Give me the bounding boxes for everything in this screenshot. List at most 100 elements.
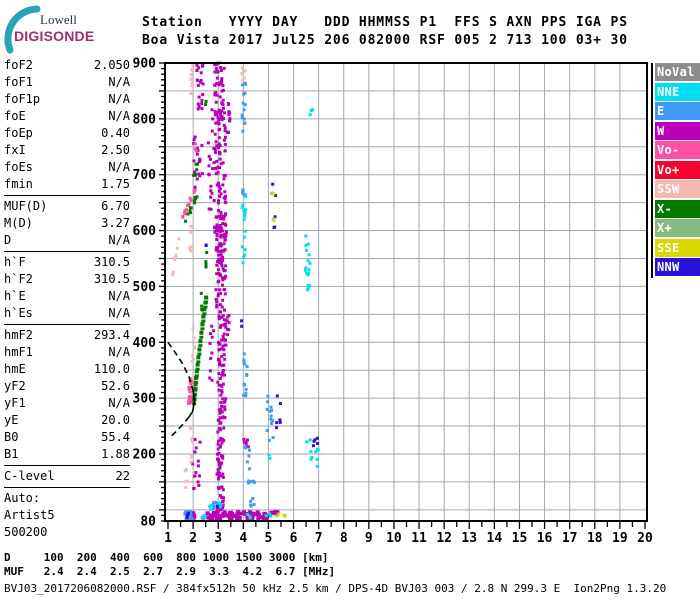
svg-text:17: 17 (562, 531, 578, 546)
param-label: MUF(D) (4, 199, 48, 213)
legend-item-W: W (655, 121, 700, 140)
echo-cluster-E (265, 394, 275, 442)
echo-cluster-NNE (303, 234, 312, 277)
param-row-foEp: foEp 0.40 (4, 125, 130, 142)
param-label: fxI (4, 143, 26, 157)
param-separator (4, 487, 130, 488)
svg-text:6: 6 (290, 531, 298, 546)
plot-border (164, 62, 648, 522)
echo-cluster-W (215, 430, 226, 513)
param-label: hmE (4, 362, 26, 376)
legend-item-X-: X- (655, 199, 700, 218)
param-value: 310.5 (93, 272, 130, 286)
echo-cluster-NNW (311, 436, 320, 448)
echo-cluster-E (240, 81, 248, 133)
param-value: 1.88 (101, 447, 130, 461)
svg-text:12: 12 (436, 531, 452, 546)
param-row-h`F: h`F 310.5 (4, 254, 130, 271)
param-value: N/A (108, 109, 130, 123)
doppler-direction-legend: NoVal NNE E W Vo- Vo+ SSW X- X+ SSE NNW (651, 63, 700, 278)
svg-text:16: 16 (537, 531, 553, 546)
legend-item-NNW: NNW (655, 258, 700, 276)
param-value: 1.75 (101, 177, 130, 191)
legend-item-Vo-: Vo- (655, 141, 700, 159)
svg-text:4: 4 (239, 531, 247, 546)
header-column-titles: Station YYYY DAY DDD HHMMSS P1 FFS S AXN… (142, 15, 628, 30)
echo-cluster-SSW (171, 237, 181, 277)
legend-item-SSW: SSW (655, 180, 700, 198)
param-label: Artist5 (4, 508, 55, 522)
param-row-h`F2: h`F2 310.5 (4, 271, 130, 288)
echo-cluster-NNW (215, 504, 219, 509)
echo-cluster-SSE (282, 513, 287, 518)
digisonde-logo: Lowell DIGISONDE (4, 4, 119, 54)
svg-text:500: 500 (133, 280, 157, 295)
param-label: h`E (4, 289, 26, 303)
legend-item-E: E (655, 102, 700, 120)
echo-cluster-W (214, 253, 228, 309)
param-row-500200: 500200 (4, 524, 130, 541)
param-row-yF1: yF1 N/A (4, 395, 130, 412)
param-separator (4, 251, 130, 252)
ionogram-plot: 1 2 3 4 5 6 7 8 9 10 11 12 13 14 15 16 17 18 19 20 900 800 700… (130, 50, 664, 552)
param-row-hmF1: hmF1 N/A (4, 344, 130, 361)
param-value: N/A (108, 289, 130, 303)
param-label: yF1 (4, 396, 26, 410)
param-value: 6.70 (101, 199, 130, 213)
param-label: 500200 (4, 525, 48, 539)
param-label: D (4, 233, 12, 247)
param-label: M(D) (4, 216, 33, 230)
param-row-yF2: yF2 52.6 (4, 378, 130, 395)
param-row-yE: yE 20.0 (4, 412, 130, 429)
svg-text:700: 700 (133, 168, 157, 183)
param-separator (4, 324, 130, 325)
param-row-fxI: fxI 2.50 (4, 142, 130, 159)
echo-cluster-W (208, 324, 216, 382)
param-label: yF2 (4, 379, 26, 393)
svg-text:18: 18 (587, 531, 603, 546)
param-row-B1: B1 1.88 (4, 446, 130, 463)
svg-text:3: 3 (214, 531, 222, 546)
ionogram-screen: Lowell DIGISONDE Station YYYY DAY DDD HH… (0, 0, 700, 600)
param-label: hmF1 (4, 345, 33, 359)
param-label: foF1p (4, 92, 41, 106)
svg-text:300: 300 (133, 392, 157, 407)
legend-item-X+: X+ (655, 219, 700, 237)
param-value: N/A (108, 233, 130, 247)
param-value: N/A (108, 75, 130, 89)
param-value: 310.5 (93, 255, 130, 269)
param-label: C-level (4, 469, 55, 483)
param-row-hmF2: hmF2 293.4 (4, 327, 130, 344)
echo-cluster-NNW (275, 394, 282, 430)
legend-item-SSE: SSE (655, 238, 700, 257)
echo-cluster-W (210, 98, 232, 136)
param-separator (4, 465, 130, 466)
param-row-h`Es: h`Es N/A (4, 305, 130, 322)
param-label: Auto: (4, 491, 41, 505)
svg-text:14: 14 (487, 531, 503, 546)
param-value: 52.6 (101, 379, 130, 393)
param-row-D: D N/A (4, 232, 130, 249)
svg-text:1: 1 (164, 531, 172, 546)
svg-text:2: 2 (189, 531, 197, 546)
legend-item-NoVal: NoVal (655, 63, 700, 81)
svg-text:19: 19 (612, 531, 628, 546)
param-label: hmF2 (4, 328, 33, 342)
svg-text:5: 5 (265, 531, 273, 546)
param-row-hmE: hmE 110.0 (4, 361, 130, 378)
param-row-C-level: C-level 22 (4, 468, 130, 485)
param-value: 3.27 (101, 216, 130, 230)
param-label: foF2 (4, 58, 33, 72)
param-label: fmin (4, 177, 33, 191)
param-label: h`F (4, 255, 26, 269)
param-value: 2.50 (101, 143, 130, 157)
param-value: 22 (115, 469, 130, 483)
echo-cluster-X- (204, 100, 208, 107)
logo-digisonde-text: DIGISONDE (14, 28, 95, 44)
param-value: N/A (108, 92, 130, 106)
param-row-foEs: foEs N/A (4, 159, 130, 176)
svg-text:200: 200 (133, 447, 157, 462)
header-station-values: Boa Vista 2017 Jul25 206 082000 RSF 005 … (142, 33, 628, 48)
param-value: 55.4 (101, 430, 130, 444)
svg-text:900: 900 (133, 57, 157, 72)
